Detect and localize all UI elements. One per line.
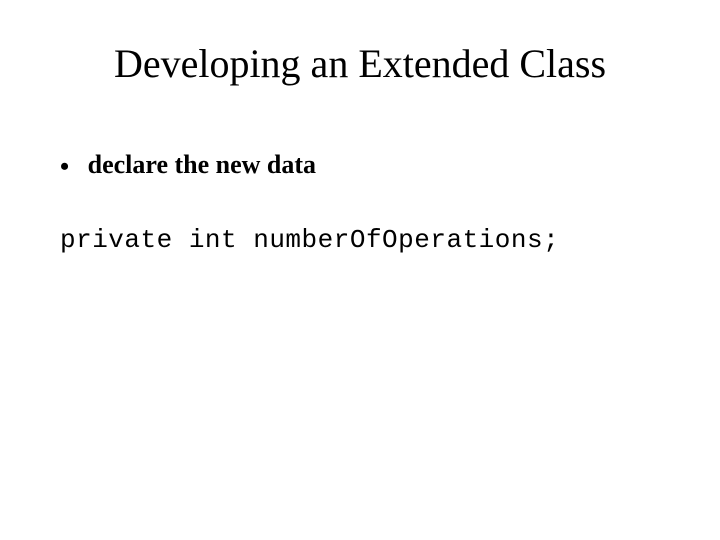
code-snippet: private int numberOfOperations; xyxy=(60,225,680,255)
slide: Developing an Extended Class • declare t… xyxy=(0,0,720,540)
bullet-item: • declare the new data xyxy=(60,150,660,180)
bullet-marker-icon: • xyxy=(60,154,69,180)
bullet-text: declare the new data xyxy=(88,150,316,179)
slide-title: Developing an Extended Class xyxy=(0,40,720,87)
